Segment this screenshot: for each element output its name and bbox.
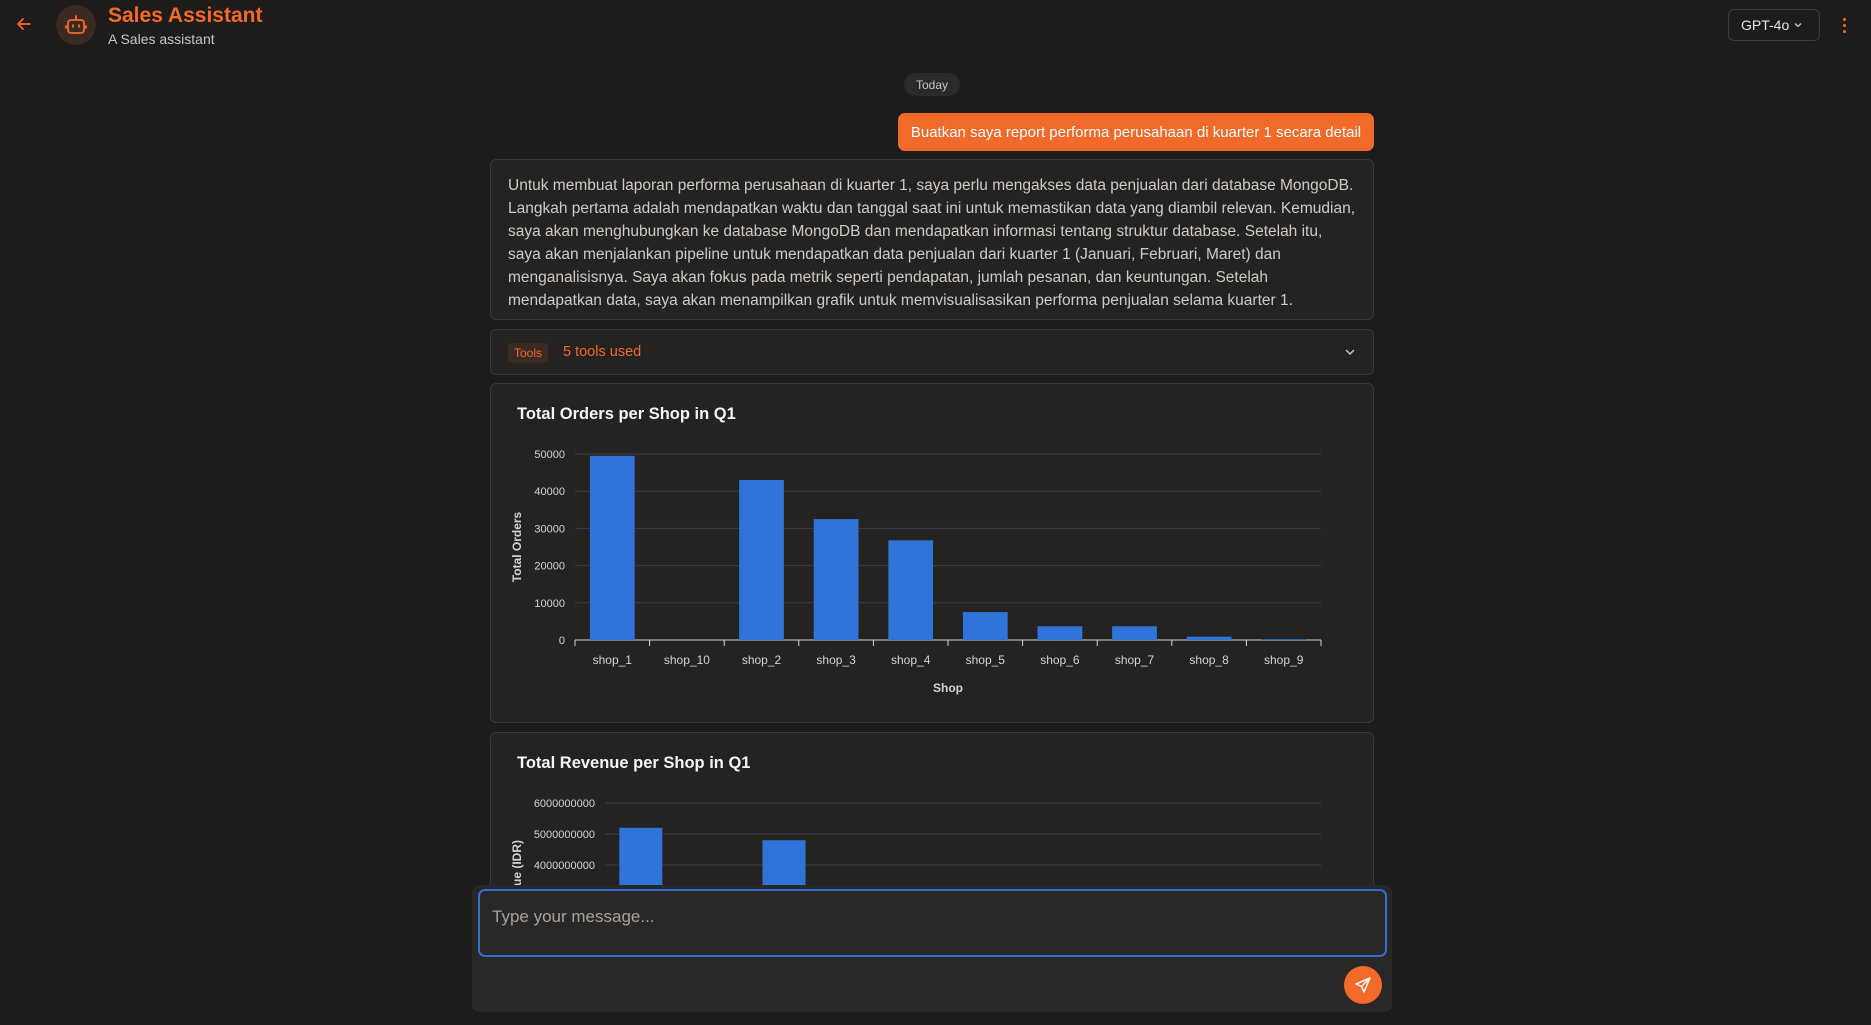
x-tick-label: shop_3 [816, 653, 856, 667]
bar [1112, 626, 1157, 640]
chat-header: Sales Assistant A Sales assistant GPT-4o [0, 0, 1871, 56]
model-select[interactable]: GPT-4o [1728, 9, 1820, 41]
y-tick-label: 6000000000 [534, 798, 595, 810]
back-arrow-icon[interactable] [14, 14, 34, 34]
x-tick-label: shop_5 [966, 653, 1006, 667]
tools-used-toggle[interactable]: Tools 5 tools used [490, 329, 1374, 375]
send-icon [1355, 977, 1371, 993]
bar [962, 612, 1008, 640]
y-axis-label: Total Orders [510, 511, 524, 582]
y-tick-label: 10000 [534, 598, 565, 610]
x-tick-label: shop_2 [742, 653, 782, 667]
bot-avatar [56, 5, 96, 45]
y-axis-label: ue (IDR) [510, 840, 524, 886]
assistant-title: Sales Assistant [108, 4, 263, 27]
y-tick-label: 5000000000 [534, 829, 595, 841]
x-tick-label: shop_4 [891, 653, 931, 667]
x-tick-label: shop_7 [1115, 653, 1155, 667]
model-select-label: GPT-4o [1741, 17, 1790, 33]
bar [1037, 626, 1083, 640]
x-tick-label: shop_8 [1189, 653, 1229, 667]
y-tick-label: 50000 [534, 449, 565, 461]
message-input[interactable] [478, 889, 1387, 957]
bar [589, 455, 635, 640]
x-tick-label: shop_10 [664, 653, 710, 667]
more-options-icon[interactable] [1836, 14, 1852, 36]
x-tick-label: shop_1 [593, 653, 633, 667]
chevron-down-icon [1794, 23, 1802, 28]
bar [1186, 636, 1232, 640]
message-composer [472, 885, 1392, 1012]
tools-badge: Tools [508, 343, 549, 363]
user-message: Buatkan saya report performa perusahaan … [898, 113, 1374, 151]
bar [813, 519, 859, 640]
bar [1261, 639, 1307, 640]
send-button[interactable] [1344, 966, 1382, 1004]
assistant-subtitle: A Sales assistant [108, 31, 215, 47]
y-tick-label: 40000 [534, 486, 565, 498]
y-tick-label: 0 [559, 635, 565, 647]
x-axis-label: Shop [933, 681, 963, 695]
bar [888, 540, 934, 640]
assistant-message: Untuk membuat laporan performa perusahaa… [490, 159, 1374, 320]
robot-icon [65, 15, 87, 34]
y-tick-label: 20000 [534, 561, 565, 573]
date-separator: Today [904, 73, 960, 96]
orders-bar-chart: 0 10000 20000 30000 40000 50000 shop_1 shop_10 s… [510, 449, 1322, 695]
x-tick-label: shop_9 [1264, 653, 1304, 667]
bar [739, 480, 784, 640]
orders-chart-card: Total Orders per Shop in Q1 0 10000 20000 3… [490, 383, 1374, 723]
tools-count: 5 tools used [563, 344, 642, 360]
chevron-down-icon [1345, 349, 1355, 356]
x-tick-label: shop_6 [1040, 653, 1080, 667]
y-tick-label: 30000 [534, 523, 565, 535]
y-tick-label: 4000000000 [534, 860, 595, 872]
